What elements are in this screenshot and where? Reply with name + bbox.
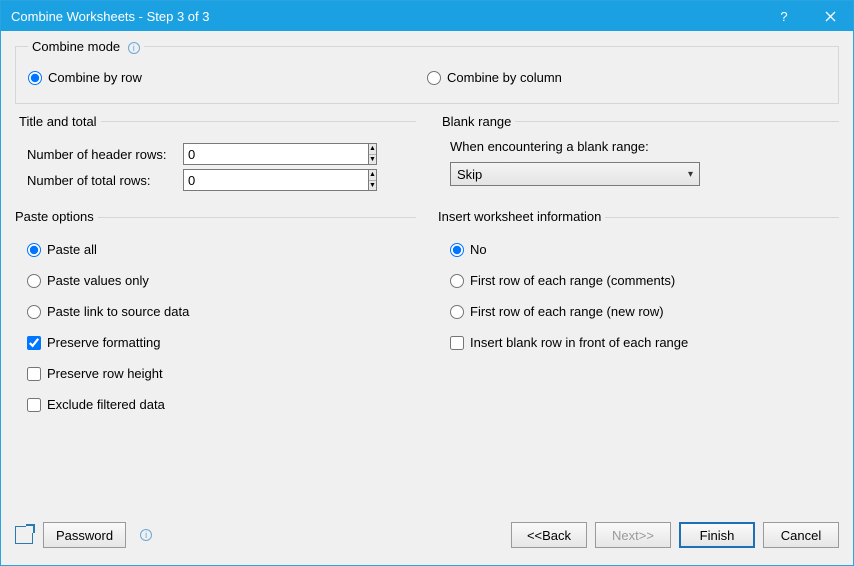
exclude-filtered-checkbox[interactable] — [27, 398, 41, 412]
paste-values-label: Paste values only — [47, 273, 149, 288]
total-rows-down-button[interactable]: ▼ — [369, 181, 376, 191]
header-rows-spinbox: ▲ ▼ — [183, 143, 369, 165]
next-button: Next>> — [595, 522, 671, 548]
preserve-height-label: Preserve row height — [47, 366, 163, 381]
blank-range-group: Blank range When encountering a blank ra… — [438, 114, 839, 207]
paste-options-legend: Paste options — [15, 209, 98, 224]
insert-first-newrow-radio[interactable] — [450, 305, 464, 319]
combine-by-row-label: Combine by row — [48, 70, 142, 85]
blank-range-value: Skip — [457, 167, 482, 182]
preserve-format-checkbox[interactable] — [27, 336, 41, 350]
combine-by-column-radio[interactable] — [427, 71, 441, 85]
total-rows-input[interactable] — [183, 169, 368, 191]
insert-first-comments-radio[interactable] — [450, 274, 464, 288]
info-icon[interactable]: i — [128, 42, 140, 54]
preserve-height-checkbox[interactable] — [27, 367, 41, 381]
cancel-button-label: Cancel — [781, 528, 821, 543]
combine-mode-legend: Combine mode i — [28, 39, 144, 54]
dialog-content: Combine mode i Combine by row Combine by… — [1, 31, 853, 515]
combine-mode-group: Combine mode i Combine by row Combine by… — [15, 39, 839, 104]
preserve-format-label: Preserve formatting — [47, 335, 160, 350]
header-rows-up-button[interactable]: ▲ — [369, 144, 376, 155]
window-title: Combine Worksheets - Step 3 of 3 — [11, 9, 761, 24]
insert-first-newrow-label: First row of each range (new row) — [470, 304, 664, 319]
paste-values-radio[interactable] — [27, 274, 41, 288]
cancel-button[interactable]: Cancel — [763, 522, 839, 548]
password-button-label: Password — [56, 528, 113, 543]
title-total-group: Title and total Number of header rows: ▲… — [15, 114, 416, 207]
paste-link-radio[interactable] — [27, 305, 41, 319]
insert-blank-label: Insert blank row in front of each range — [470, 335, 688, 350]
close-icon — [825, 11, 836, 22]
dialog-window: Combine Worksheets - Step 3 of 3 ? Combi… — [0, 0, 854, 566]
combine-mode-legend-text: Combine mode — [32, 39, 120, 54]
dialog-footer: Password i <<Back Next>> Finish Cancel — [1, 515, 853, 565]
combine-by-column-label: Combine by column — [447, 70, 562, 85]
paste-all-radio[interactable] — [27, 243, 41, 257]
header-rows-down-button[interactable]: ▼ — [369, 155, 376, 165]
paste-all-label: Paste all — [47, 242, 97, 257]
insert-blank-checkbox[interactable] — [450, 336, 464, 350]
insert-no-label: No — [470, 242, 487, 257]
close-button[interactable] — [807, 1, 853, 31]
header-rows-input[interactable] — [183, 143, 368, 165]
paste-options-group: Paste options Paste all Paste values onl… — [15, 217, 416, 430]
chevron-down-icon: ▾ — [688, 169, 693, 180]
finish-button-label: Finish — [700, 528, 735, 543]
finish-button[interactable]: Finish — [679, 522, 755, 548]
info-icon[interactable]: i — [140, 529, 152, 541]
total-rows-up-button[interactable]: ▲ — [369, 170, 376, 181]
insert-info-group: Insert worksheet information No First ro… — [438, 217, 839, 430]
paste-link-label: Paste link to source data — [47, 304, 189, 319]
titlebar: Combine Worksheets - Step 3 of 3 ? — [1, 1, 853, 31]
title-total-legend: Title and total — [15, 114, 101, 129]
open-external-icon[interactable] — [15, 526, 33, 544]
blank-range-select[interactable]: Skip ▾ — [450, 162, 700, 186]
insert-no-radio[interactable] — [450, 243, 464, 257]
back-button[interactable]: <<Back — [511, 522, 587, 548]
password-button[interactable]: Password — [43, 522, 126, 548]
total-rows-label: Number of total rows: — [27, 173, 177, 188]
back-button-label: <<Back — [527, 528, 571, 543]
exclude-filtered-label: Exclude filtered data — [47, 397, 165, 412]
header-rows-label: Number of header rows: — [27, 147, 177, 162]
next-button-label: Next>> — [612, 528, 654, 543]
blank-range-prompt: When encountering a blank range: — [450, 139, 827, 154]
insert-first-comments-label: First row of each range (comments) — [470, 273, 675, 288]
insert-info-legend: Insert worksheet information — [438, 209, 605, 224]
blank-range-legend: Blank range — [438, 114, 515, 129]
help-button[interactable]: ? — [761, 1, 807, 31]
total-rows-spinbox: ▲ ▼ — [183, 169, 369, 191]
combine-by-row-radio[interactable] — [28, 71, 42, 85]
